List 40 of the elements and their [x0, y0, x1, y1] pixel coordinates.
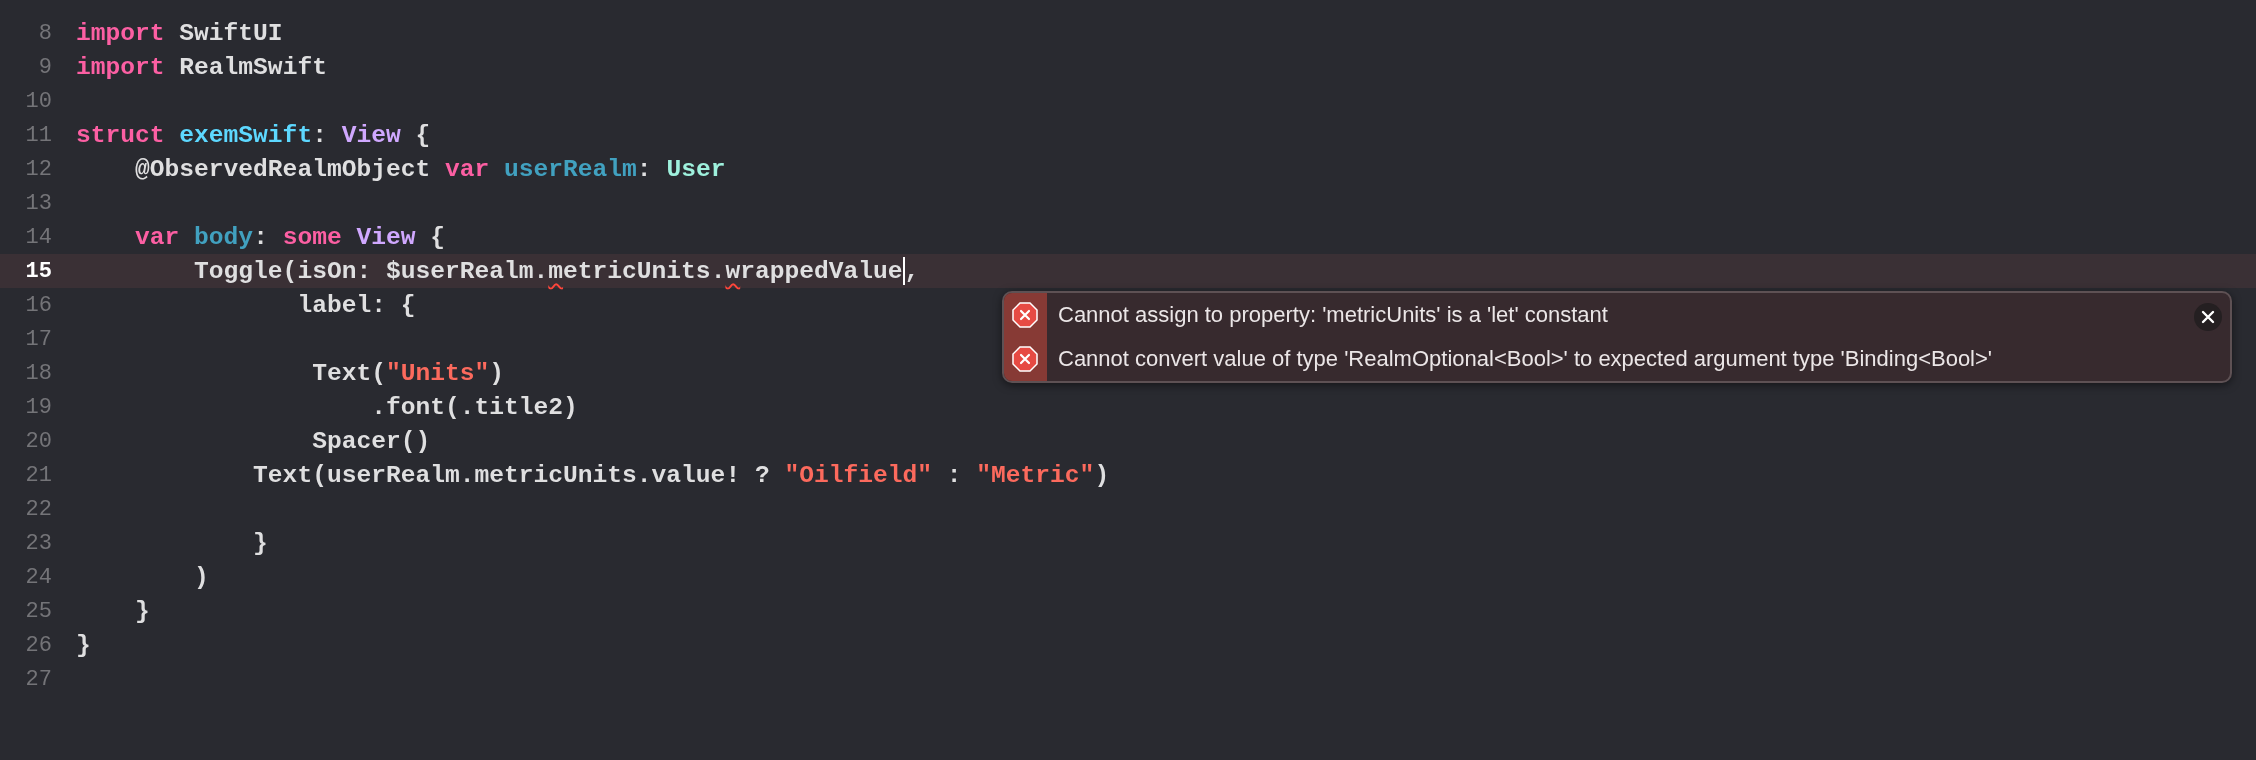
line-number: 9: [37, 54, 52, 80]
line-number: 19: [24, 394, 52, 420]
line-number: 24: [24, 564, 52, 590]
code-line: Toggle(isOn: $userRealm.metricUnits.wrappedValue,: [193, 256, 920, 286]
line-number: 11: [24, 122, 52, 148]
line-number: 13: [24, 190, 52, 216]
close-button[interactable]: [2194, 303, 2222, 331]
line-number: 17: [24, 326, 52, 352]
line-number: 26: [24, 632, 52, 658]
error-message: Cannot assign to property: 'metricUnits' is a 'let' constant: [1058, 302, 1608, 328]
close-icon: [2201, 310, 2215, 324]
code-line: Text(userRealm.metricUnits.value! ? "Oilfield" : "Metric"): [252, 460, 1110, 490]
code-line: import RealmSwift: [76, 52, 327, 82]
line-number: 21: [24, 462, 52, 488]
line-number: 25: [24, 598, 52, 624]
code-line: }: [76, 630, 91, 660]
code-line: label: {: [296, 290, 416, 320]
code-line: Spacer(): [311, 426, 431, 456]
error-message: Cannot convert value of type 'RealmOptional<Bool>' to expected argument type 'Binding<Bool>': [1058, 346, 1993, 372]
code-line: struct exemSwift: View {: [76, 120, 431, 150]
line-number: 10: [24, 88, 52, 114]
code-line: .font(.title2): [370, 392, 578, 422]
text-cursor: [902, 257, 905, 285]
line-number: 23: [24, 530, 52, 556]
line-number: 12: [24, 156, 52, 182]
code-line: }: [252, 528, 268, 558]
code-line: @ObservedRealmObject var userRealm: User: [134, 154, 726, 184]
line-number: 8: [37, 20, 52, 46]
code-line: var body: some View {: [134, 222, 446, 252]
code-line: }: [134, 596, 150, 626]
line-number: 15: [24, 258, 52, 284]
line-number: 16: [24, 292, 52, 318]
line-number: 14: [24, 224, 52, 250]
line-number: 22: [24, 496, 52, 522]
line-number: 27: [24, 666, 52, 692]
line-number: 18: [24, 360, 52, 386]
code-line: ): [193, 562, 209, 592]
code-line: Text("Units"): [311, 358, 504, 388]
code-line: import SwiftUI: [76, 18, 283, 48]
line-number: 20: [24, 428, 52, 454]
